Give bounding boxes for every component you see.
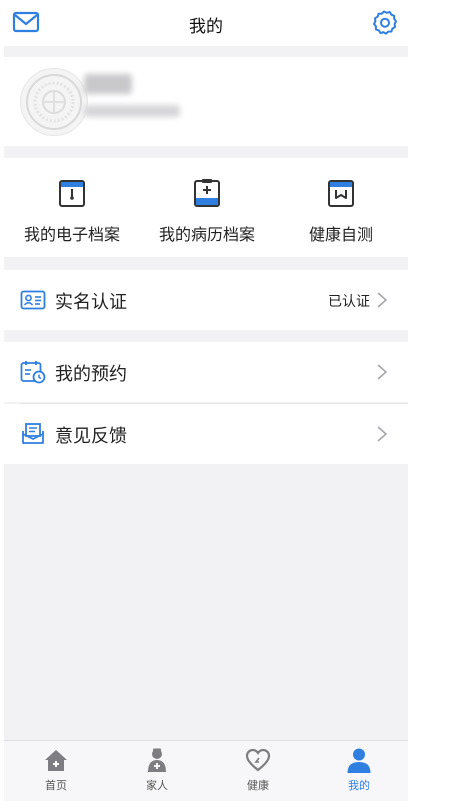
quick-action-health-test[interactable]: 健康自测: [274, 158, 408, 257]
tab-health[interactable]: 健康: [218, 741, 298, 801]
person-icon: [347, 748, 371, 773]
menu-item-real-name[interactable]: 实名认证 已认证: [4, 270, 408, 330]
menu-item-label: 我的预约: [55, 364, 127, 385]
health-test-icon: [328, 180, 354, 207]
tab-family[interactable]: 家人: [117, 741, 197, 801]
tab-label: 我的: [348, 779, 370, 792]
verification-status: 已认证: [328, 294, 370, 310]
quick-actions: 我的电子档案 我的病历档案 健康自测: [4, 158, 408, 257]
tab-label: 家人: [146, 779, 168, 792]
heart-icon: [245, 748, 271, 772]
id-card-icon: [20, 290, 46, 310]
chevron-right-icon: [377, 364, 388, 380]
menu-item-label: 实名认证: [55, 292, 127, 313]
family-doctor-icon: [148, 748, 166, 772]
medical-record-icon: [194, 179, 220, 207]
chevron-right-icon: [377, 426, 388, 442]
avatar[interactable]: [20, 68, 88, 136]
quick-action-medical-record[interactable]: 我的病历档案: [140, 158, 274, 257]
menu-item-feedback[interactable]: 意见反馈: [4, 404, 408, 464]
tab-home[interactable]: 首页: [16, 741, 96, 801]
quick-action-label: 我的病历档案: [158, 225, 255, 244]
menu-item-label: 意见反馈: [55, 426, 127, 447]
quick-action-label: 健康自测: [308, 225, 373, 244]
tab-mine[interactable]: 我的: [319, 741, 399, 801]
e-record-icon: [59, 180, 85, 207]
app-screen: 我的 我的电子档案 我的病历档案 健康自测 实名认证 已认证 我的预约 意见反馈…: [4, 0, 408, 801]
user-phone-blurred: [84, 105, 180, 117]
quick-action-label: 我的电子档案: [23, 225, 120, 244]
profile-card[interactable]: [4, 57, 408, 146]
home-icon: [45, 750, 67, 771]
tab-label: 健康: [247, 779, 269, 792]
page-title: 我的: [189, 17, 223, 37]
header-bar: 我的: [4, 0, 408, 46]
feedback-envelope-icon: [22, 423, 44, 444]
user-name-blurred: [84, 74, 132, 94]
tab-label: 首页: [45, 779, 67, 792]
chevron-right-icon: [377, 292, 388, 308]
bottom-tab-bar: 首页 家人 健康 我的: [4, 740, 408, 801]
calendar-clock-icon: [20, 361, 46, 384]
quick-action-e-record[interactable]: 我的电子档案: [4, 158, 140, 257]
avatar-emblem-icon: [26, 74, 82, 130]
menu-item-appointment[interactable]: 我的预约: [4, 342, 408, 402]
gear-icon[interactable]: [370, 9, 398, 37]
